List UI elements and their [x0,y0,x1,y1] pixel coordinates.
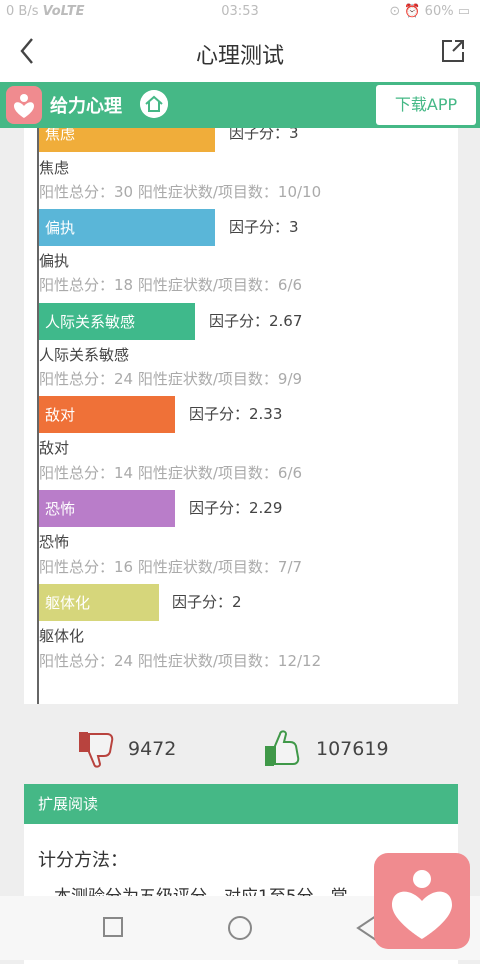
app-logo [6,86,42,124]
factor-name: 焦虑 [39,159,70,177]
scoring-method-title: 计分方法： [38,850,128,871]
factor-stats: 阳性总分：18 阳性症状数/项目数：6/6 [39,276,303,294]
factor-score: 因子分：2 [172,593,242,611]
floating-logo-button[interactable] [374,853,470,949]
factor-score: 因子分：3 [229,218,299,236]
home-button-icon[interactable] [226,914,254,942]
factor-bar: 躯体化 [39,584,159,621]
vote-bar: 9472 107619 [0,704,480,786]
factor-bar: 敌对 [39,396,175,433]
factor-score: 因子分：2.33 [189,405,283,423]
share-icon[interactable] [440,38,466,64]
factor-score: 因子分：2.29 [189,499,283,517]
like-count: 107619 [316,738,389,760]
factor-stats: 阳性总分：24 阳性症状数/项目数：12/12 [39,652,322,670]
factor-bar: 偏执 [39,209,215,246]
home-icon[interactable] [140,90,168,118]
heart-logo-icon [392,870,452,939]
app-banner: 给力心理 下载APP [0,82,480,128]
navigation-bar: 心理测试 [0,24,480,82]
factor-name: 敌对 [39,439,70,457]
section-header: 扩展阅读 [24,784,458,824]
factor-bar: 恐怖 [39,490,175,527]
status-bar: 0 B/s VoLTE 03:53 ⊙ ⏰ 60% ▭ [0,0,480,24]
factor-stats: 阳性总分：16 阳性症状数/项目数：7/7 [39,558,303,576]
recent-apps-icon[interactable] [102,916,124,938]
download-app-button[interactable]: 下载APP [376,85,476,125]
factor-stats: 阳性总分：30 阳性症状数/项目数：10/10 [39,183,322,201]
factor-score: 因子分：3 [229,128,299,142]
factor-name: 躯体化 [39,627,85,645]
thumbs-down-icon[interactable] [76,728,118,770]
factor-stats: 阳性总分：14 阳性症状数/项目数：6/6 [39,464,303,482]
dislike-count: 9472 [128,738,177,760]
factor-name: 人际关系敏感 [39,346,130,364]
thumbs-up-icon[interactable] [262,728,304,770]
factor-name: 偏执 [39,252,70,270]
factor-stats: 阳性总分：24 阳性症状数/项目数：9/9 [39,370,303,388]
factor-chart-card: 焦虑 因子分：3 焦虑 阳性总分：30 阳性症状数/项目数：10/10 偏执 因… [24,128,458,704]
page-title: 心理测试 [195,44,284,69]
factor-score: 因子分：2.67 [209,312,303,330]
factor-bar: 人际关系敏感 [39,303,195,340]
factor-name: 恐怖 [39,533,70,551]
factor-bar: 焦虑 [39,128,215,152]
battery-level: ⊙ ⏰ 60% ▭ [389,4,470,19]
brand-name: 给力心理 [50,96,122,117]
